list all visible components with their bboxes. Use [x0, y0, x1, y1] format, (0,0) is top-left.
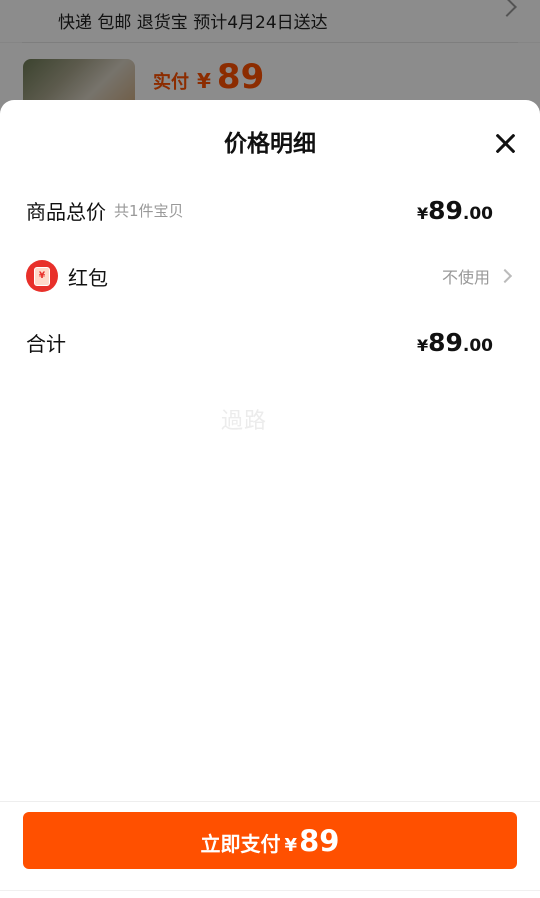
pay-amount: 89: [299, 824, 340, 858]
divider: [0, 890, 540, 891]
total-amount: ¥ 89 .00: [417, 328, 514, 357]
subtotal-currency: ¥: [416, 203, 429, 223]
bottom-bar: 立即支付 ¥ 89: [0, 801, 540, 898]
red-packet-glyph: ¥: [34, 266, 50, 286]
redpack-label: 红包: [68, 265, 108, 290]
total-amount-int: 89: [428, 327, 463, 357]
total-amount-dec: .00: [462, 335, 493, 356]
pay-currency: ¥: [284, 835, 298, 856]
subtotal-amount: ¥ 89 .00: [417, 196, 514, 225]
subtotal-amount-dec: .00: [462, 203, 493, 224]
total-currency: ¥: [416, 335, 429, 355]
redpack-selector[interactable]: 不使用: [442, 264, 514, 288]
subtotal-row: 商品总价 共1件宝贝 ¥ 89 .00: [26, 190, 514, 230]
redpack-action-text: 不使用: [441, 268, 490, 287]
sheet-title: 价格明细: [224, 131, 316, 157]
screen: 快递 包邮 退货宝 预计4月24日送达 实付 ¥ 89 价格明细 商品总价 共1…: [0, 0, 540, 898]
subtotal-amount-int: 89: [428, 195, 463, 225]
total-row: 合计 ¥ 89 .00: [26, 322, 514, 362]
price-detail-sheet: 价格明细 商品总价 共1件宝贝 ¥ 89 .00 ¥ 红包 不使用 合计 ¥ 8…: [0, 100, 540, 898]
pay-now-button[interactable]: 立即支付 ¥ 89: [23, 812, 517, 869]
watermark: 過路: [221, 409, 268, 434]
total-label: 合计: [26, 331, 66, 356]
red-packet-icon: ¥: [26, 260, 58, 292]
chevron-right-icon: [497, 268, 513, 284]
pay-label: 立即支付: [200, 832, 281, 856]
close-icon[interactable]: [494, 132, 516, 154]
subtotal-label: 商品总价: [26, 199, 106, 224]
item-count: 共1件宝贝: [114, 201, 184, 220]
redpack-row[interactable]: ¥ 红包 不使用: [26, 256, 514, 296]
